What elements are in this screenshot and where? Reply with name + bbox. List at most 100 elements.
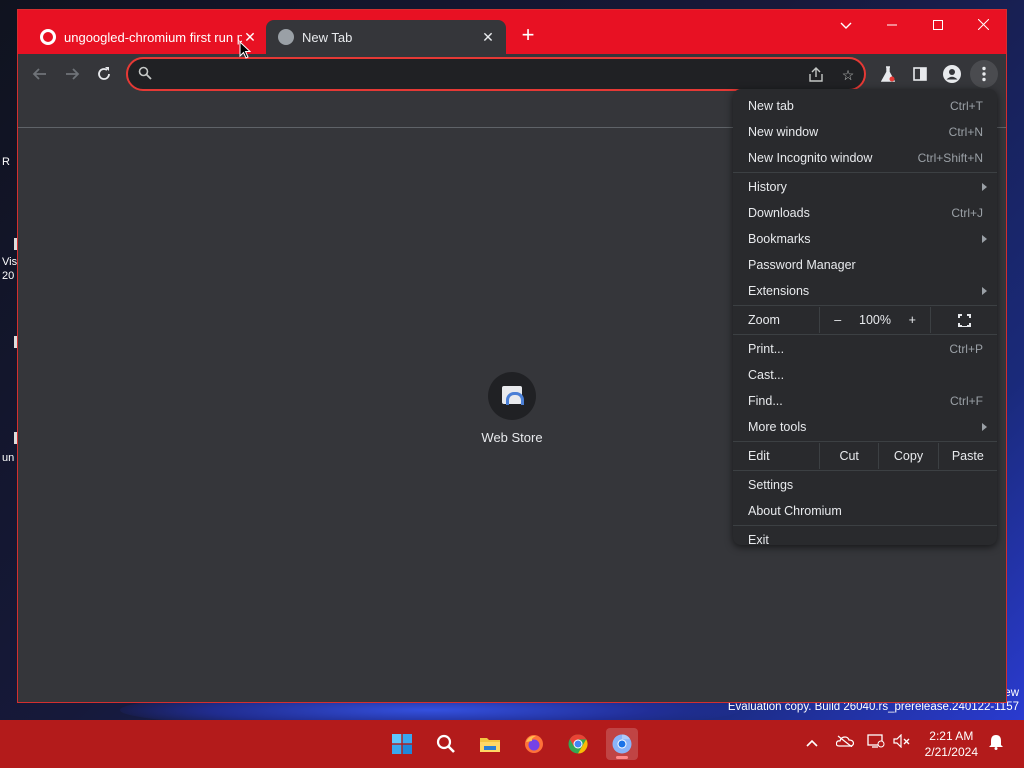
search-icon [436, 734, 455, 753]
menu-item-more-tools[interactable]: More tools [733, 414, 997, 440]
chevron-up-icon [806, 739, 818, 747]
menu-item-bookmarks[interactable]: Bookmarks [733, 226, 997, 252]
notification-bell-icon[interactable] [986, 734, 1006, 753]
new-tab-button[interactable]: + [516, 24, 540, 48]
taskbar-search-button[interactable] [430, 728, 462, 760]
menu-item-label: Print... [748, 342, 785, 356]
menu-item-password-manager[interactable]: Password Manager [733, 252, 997, 278]
menu-item-settings[interactable]: Settings [733, 472, 997, 498]
zoom-label: Zoom [748, 313, 780, 327]
menu-item-label: About Chromium [748, 504, 842, 518]
close-window-button[interactable] [960, 10, 1006, 42]
zoom-out-button[interactable]: – [820, 313, 855, 327]
forward-button[interactable] [60, 62, 84, 86]
close-tab-icon[interactable]: ✕ [480, 29, 496, 45]
menu-button[interactable] [970, 60, 998, 88]
side-panel-icon[interactable] [908, 62, 932, 86]
menu-item-downloads[interactable]: Downloads Ctrl+J [733, 200, 997, 226]
copy-button[interactable]: Copy [878, 443, 937, 469]
menu-item-label: Cast... [748, 368, 785, 382]
menu-item-label: Password Manager [748, 258, 856, 272]
cut-button[interactable]: Cut [819, 443, 878, 469]
menu-item-find[interactable]: Find... Ctrl+F [733, 388, 997, 414]
menu-separator [733, 305, 997, 306]
menu-item-label: New Incognito window [748, 151, 873, 165]
menu-item-about-chromium[interactable]: About Chromium [733, 498, 997, 524]
menu-item-exit[interactable]: Exit [733, 527, 997, 553]
submenu-arrow-icon [982, 183, 987, 191]
edit-label: Edit [748, 449, 770, 463]
address-bar[interactable]: ☆ [126, 57, 866, 91]
menu-item-new-window[interactable]: New window Ctrl+N [733, 119, 997, 145]
menu-item-extensions[interactable]: Extensions [733, 278, 997, 304]
running-indicator [616, 756, 628, 759]
zoom-level: 100% [859, 313, 891, 327]
menu-row-zoom: Zoom – 100% + [733, 307, 997, 333]
network-icon[interactable] [866, 734, 886, 751]
firefox-button[interactable] [518, 728, 550, 760]
chevron-down-icon [840, 22, 852, 29]
fullscreen-button[interactable] [931, 312, 997, 327]
menu-item-history[interactable]: History [733, 174, 997, 200]
menu-item-print[interactable]: Print... Ctrl+P [733, 336, 997, 362]
tab-search-button[interactable] [823, 10, 869, 42]
zoom-controls: – 100% + [819, 307, 931, 333]
taskbar-clock[interactable]: 2:21 AM 2/21/2024 [925, 728, 978, 760]
arrow-right-icon [66, 68, 80, 80]
fullscreen-icon [956, 312, 972, 327]
zoom-in-button[interactable]: + [895, 313, 930, 327]
menu-item-shortcut: Ctrl+N [948, 125, 983, 139]
minimize-button[interactable] [869, 10, 915, 42]
chromium-icon [612, 734, 632, 754]
show-hidden-icons-button[interactable] [802, 734, 822, 750]
tab-first-run[interactable]: ungoogled-chromium first run p ✕ [28, 20, 268, 54]
menu-item-label: Bookmarks [748, 232, 811, 246]
windows-logo-icon [392, 734, 412, 754]
volume-muted-icon[interactable] [892, 733, 912, 751]
folder-icon [480, 738, 500, 752]
labs-flask-icon[interactable] [876, 62, 900, 86]
globe-icon [40, 29, 56, 45]
profile-icon[interactable] [940, 62, 964, 86]
firefox-icon [525, 735, 543, 753]
chrome-menu: New tab Ctrl+T New window Ctrl+N New Incog… [733, 89, 997, 547]
reload-button[interactable] [92, 62, 116, 86]
chromium-button[interactable] [606, 728, 638, 760]
file-explorer-button[interactable] [474, 728, 506, 760]
menu-item-shortcut: Ctrl+T [950, 99, 983, 113]
shortcut-label: Web Store [481, 430, 543, 445]
menu-item-new-tab[interactable]: New tab Ctrl+T [733, 93, 997, 119]
paste-button[interactable]: Paste [937, 443, 997, 469]
menu-separator [733, 470, 997, 471]
start-button[interactable] [386, 728, 418, 760]
arrow-left-icon [32, 68, 46, 80]
address-input[interactable] [160, 63, 800, 85]
clock-date: 2/21/2024 [924, 745, 978, 759]
tab-title: New Tab [302, 29, 353, 45]
maximize-button[interactable] [915, 10, 961, 42]
menu-item-new-incognito-window[interactable]: New Incognito window Ctrl+Shift+N [733, 145, 997, 171]
menu-item-label: History [748, 180, 787, 194]
menu-item-label: Exit [748, 533, 769, 547]
menu-item-label: Extensions [748, 284, 810, 298]
menu-item-cast[interactable]: Cast... [733, 362, 997, 388]
back-button[interactable] [28, 62, 52, 86]
minimize-icon [887, 24, 897, 26]
menu-item-label: Find... [748, 394, 783, 408]
chrome-button[interactable] [562, 728, 594, 760]
shortcut-web-store[interactable]: Web Store [464, 372, 560, 445]
onedrive-icon[interactable] [835, 734, 855, 750]
menu-item-label: Settings [748, 478, 794, 492]
share-icon[interactable] [806, 65, 826, 85]
tab-new-tab[interactable]: New Tab ✕ [266, 20, 506, 54]
menu-item-shortcut: Ctrl+P [949, 342, 983, 356]
menu-separator [733, 172, 997, 173]
bookmark-star-icon[interactable]: ☆ [838, 65, 858, 85]
taskbar: 2:21 AM 2/21/2024 [0, 720, 1024, 768]
menu-item-label: More tools [748, 420, 807, 434]
reload-icon [98, 67, 110, 80]
maximize-icon [933, 20, 943, 30]
menu-row-edit: Edit Cut Copy Paste [733, 443, 997, 469]
title-bar: ungoogled-chromium first run p ✕ New Tab… [18, 10, 1006, 54]
menu-separator [733, 441, 997, 442]
